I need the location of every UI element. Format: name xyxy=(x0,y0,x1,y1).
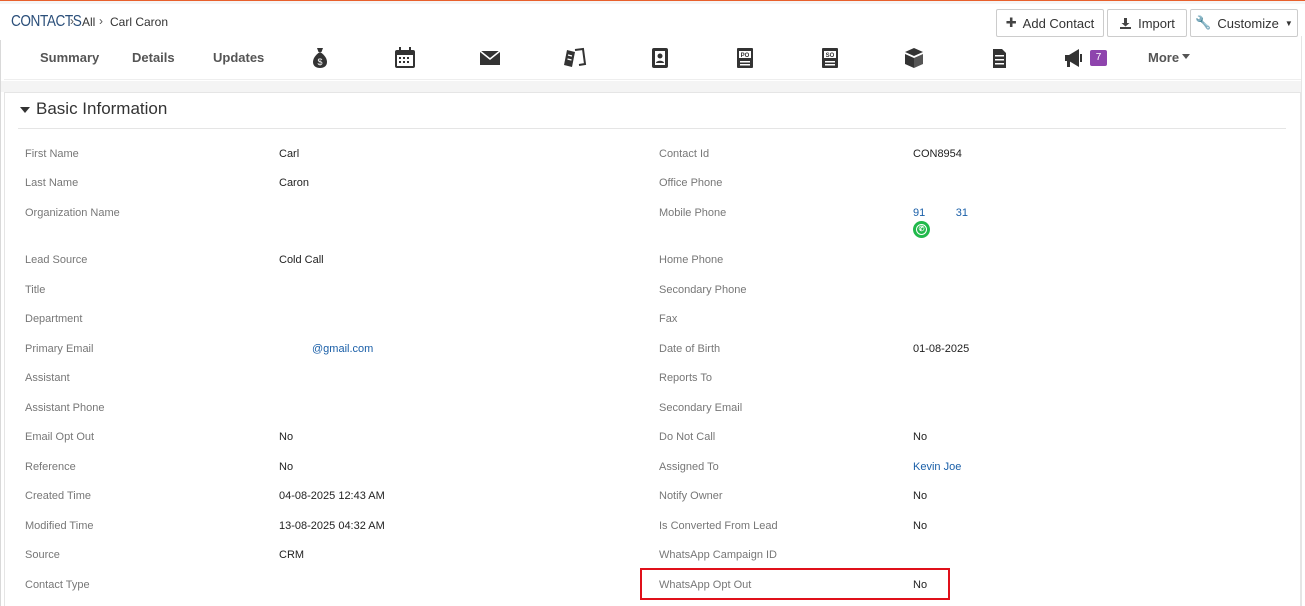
customize-label: Customize xyxy=(1217,15,1279,31)
field-value[interactable]: Caron xyxy=(279,177,309,189)
field-value[interactable]: Carl xyxy=(279,148,299,160)
basic-information-block xyxy=(4,92,1301,606)
field-value[interactable]: Cold Call xyxy=(279,254,324,266)
field-label: WhatsApp Campaign ID xyxy=(659,549,777,561)
breadcrumb-all[interactable]: All xyxy=(82,15,95,29)
svg-text:SO: SO xyxy=(826,53,835,59)
whatsapp-opt-out-highlight xyxy=(640,568,950,600)
tab-updates[interactable]: Updates xyxy=(213,50,264,65)
campaigns-count-badge: 7 xyxy=(1090,50,1107,66)
field-label: Office Phone xyxy=(659,177,723,189)
caret-down-icon[interactable] xyxy=(1182,54,1190,59)
sales-order-icon[interactable]: SO xyxy=(818,46,842,70)
field-label: Is Converted From Lead xyxy=(659,520,778,532)
field-value[interactable]: No xyxy=(279,431,293,443)
field-label: Home Phone xyxy=(659,254,724,266)
mobile-phone-link[interactable]: 91 31 xyxy=(913,207,968,219)
right-border xyxy=(1301,36,1302,606)
import-button[interactable]: Import xyxy=(1107,9,1187,37)
svg-text:$: $ xyxy=(317,57,322,67)
field-value[interactable]: No xyxy=(279,461,293,473)
field-label: Organization Name xyxy=(25,207,120,219)
download-icon xyxy=(1120,17,1132,29)
money-bag-icon[interactable]: $ xyxy=(308,46,332,70)
collapse-caret-icon[interactable] xyxy=(20,107,30,113)
field-label: First Name xyxy=(25,148,79,160)
field-label: Contact Id xyxy=(659,148,710,160)
plus-icon: ✚ xyxy=(1005,15,1017,30)
assigned-to-link[interactable]: Kevin Joe xyxy=(913,461,961,473)
field-label: Email Opt Out xyxy=(25,431,95,443)
field-label: Notify Owner xyxy=(659,490,723,502)
field-label: Do Not Call xyxy=(659,431,716,443)
tickets-icon[interactable] xyxy=(563,46,587,70)
field-label: Primary Email xyxy=(25,343,94,355)
field-value: 13-08-2025 04:32 AM xyxy=(279,520,385,532)
field-label: Fax xyxy=(659,313,678,325)
field-label: Date of Birth xyxy=(659,343,721,355)
field-label: Title xyxy=(25,284,46,296)
breadcrumb-chevron-icon: › xyxy=(70,14,74,28)
tab-summary[interactable]: Summary xyxy=(40,50,99,65)
section-divider xyxy=(18,128,1286,129)
field-label: Source xyxy=(25,549,60,561)
email-icon[interactable] xyxy=(478,46,502,70)
field-value: 04-08-2025 12:43 AM xyxy=(279,490,385,502)
purchase-order-icon[interactable]: PO xyxy=(733,46,757,70)
field-label: Secondary Email xyxy=(659,402,743,414)
customize-button[interactable]: 🔧 Customize ▼ xyxy=(1190,9,1298,37)
field-value: CRM xyxy=(279,549,305,561)
contact-card-icon[interactable] xyxy=(648,46,672,70)
section-title[interactable]: Basic Information xyxy=(36,99,167,119)
more-tabs-dropdown[interactable]: More xyxy=(1148,50,1179,65)
breadcrumb-record: Carl Caron xyxy=(110,15,169,29)
field-label: Assigned To xyxy=(659,461,719,473)
field-value[interactable]: No xyxy=(913,431,927,443)
field-value[interactable]: No xyxy=(913,490,927,502)
documents-icon[interactable] xyxy=(987,46,1011,70)
field-label: Contact Type xyxy=(25,579,90,591)
field-label: Reference xyxy=(25,461,76,473)
left-border xyxy=(0,4,1,606)
field-label: Last Name xyxy=(25,177,79,189)
field-value: CON8954 xyxy=(913,148,962,160)
svg-text:PO: PO xyxy=(741,53,750,59)
field-label: Assistant Phone xyxy=(25,402,105,414)
record-tab-bar: Summary Details Updates $ PO SO 7 More xyxy=(4,40,1301,80)
primary-email-link[interactable]: @gmail.com xyxy=(312,343,373,355)
add-contact-label: Add Contact xyxy=(1022,15,1095,31)
calendar-icon[interactable] xyxy=(393,46,417,70)
field-label: Modified Time xyxy=(25,520,94,532)
wrench-icon: 🔧 xyxy=(1195,15,1212,30)
add-contact-button[interactable]: ✚ Add Contact xyxy=(996,9,1104,37)
field-value[interactable]: 01-08-2025 xyxy=(913,343,969,355)
whatsapp-icon[interactable]: ✆ xyxy=(913,221,930,238)
field-label: Assistant xyxy=(25,372,70,384)
import-label: Import xyxy=(1138,15,1175,31)
caret-down-icon: ▼ xyxy=(1284,18,1293,28)
products-box-icon[interactable] xyxy=(902,46,926,70)
field-label: Department xyxy=(25,313,83,325)
field-value: No xyxy=(913,520,928,532)
section-gap xyxy=(1,81,1301,92)
field-label: Created Time xyxy=(25,490,92,502)
field-label: Secondary Phone xyxy=(659,284,747,296)
tab-details[interactable]: Details xyxy=(132,50,175,65)
page-header: CONTACTS › All › Carl Caron ✚ Add Contac… xyxy=(0,4,1305,40)
campaigns-megaphone-icon[interactable] xyxy=(1062,46,1086,70)
field-label: Mobile Phone xyxy=(659,207,727,219)
field-label: Lead Source xyxy=(25,254,88,266)
breadcrumb-chevron-icon: › xyxy=(99,14,103,28)
field-label: Reports To xyxy=(659,372,712,384)
